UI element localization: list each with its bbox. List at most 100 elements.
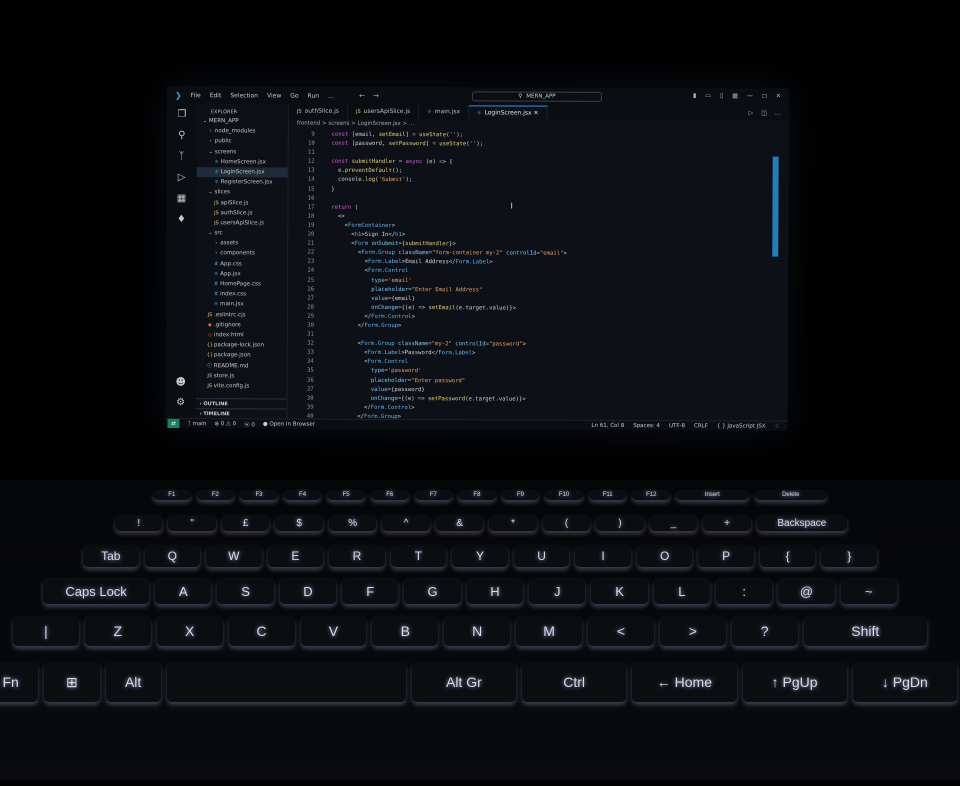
keyboard-key[interactable]: ! xyxy=(115,515,163,531)
command-center-search[interactable]: ⚲ MERN_APP xyxy=(471,91,602,102)
minimize-icon[interactable]: — xyxy=(747,93,753,100)
file-tree-item[interactable]: JS store.js xyxy=(196,371,287,382)
file-tree-item[interactable]: ⚛ RegisterScreen.jsx xyxy=(197,177,288,188)
keyboard-key[interactable]: J xyxy=(529,578,586,604)
file-tree-item[interactable]: ⚛ LoginScreen.jsx xyxy=(196,167,288,178)
file-tree-item[interactable]: ⌄ MERN_APP xyxy=(197,116,288,127)
back-arrow-icon[interactable]: ← xyxy=(359,92,365,100)
keyboard-key[interactable]: Y xyxy=(452,545,508,567)
file-tree-item[interactable]: {}package.json xyxy=(196,350,287,361)
keyboard-key[interactable]: F7 xyxy=(414,490,453,500)
close-icon[interactable]: ✕ xyxy=(776,93,781,100)
ports-status[interactable]: ⓦ 0 xyxy=(244,420,255,428)
file-tree-item[interactable]: ⌄ slices xyxy=(197,187,288,198)
keyboard-key[interactable]: P xyxy=(698,545,754,567)
keyboard-key[interactable]: D xyxy=(279,578,337,604)
notifications-icon[interactable]: ♢ xyxy=(775,423,780,429)
editor-tab[interactable]: ⚛ main.jsx xyxy=(419,105,470,120)
menu-item[interactable]: Selection xyxy=(230,92,258,99)
keyboard-key[interactable]: ^ xyxy=(382,515,430,531)
keyboard-key[interactable]: * xyxy=(489,515,537,531)
keyboard-key[interactable]: { xyxy=(759,545,816,567)
keyboard-key[interactable]: R xyxy=(329,545,385,567)
keyboard-key[interactable]: F1 xyxy=(153,490,191,500)
run-debug-icon[interactable]: ▷ xyxy=(178,172,186,183)
keyboard-key[interactable]: " xyxy=(168,515,216,531)
keyboard-key[interactable]: K xyxy=(591,578,648,604)
keyboard-key[interactable]: F9 xyxy=(501,490,540,500)
timeline-section[interactable]: › TIMELINE xyxy=(195,408,287,419)
file-tree-item[interactable]: ⌄ src xyxy=(196,228,287,239)
keyboard-key[interactable]: F10 xyxy=(545,490,583,500)
keyboard-key[interactable]: ↓ PgDn xyxy=(852,662,957,702)
file-tree-item[interactable]: › public xyxy=(197,137,288,148)
keyboard-key[interactable]: F8 xyxy=(458,490,496,500)
close-tab-icon[interactable]: ✕ xyxy=(532,110,538,117)
file-tree-item[interactable]: › components xyxy=(196,249,287,260)
keyboard-key[interactable]: I xyxy=(575,545,631,567)
maximize-icon[interactable]: ◻ xyxy=(762,93,767,100)
keyboard-key[interactable]: Alt xyxy=(105,662,161,702)
keyboard-key[interactable]: _ xyxy=(649,515,698,531)
keyboard-key[interactable]: Q xyxy=(144,545,201,567)
keyboard-key[interactable]: + xyxy=(703,515,751,531)
keyboard-key[interactable]: O xyxy=(636,545,693,567)
keyboard-key[interactable]: ⊞ xyxy=(44,662,100,702)
editor-tab[interactable]: JS authSlice.js xyxy=(288,104,349,119)
keyboard-key[interactable]: Caps Lock xyxy=(43,578,150,604)
keyboard-key[interactable]: U xyxy=(513,545,570,567)
branch-status[interactable]: ᛉ main xyxy=(188,421,207,427)
layout-icon[interactable]: ▯ xyxy=(720,92,723,99)
keyboard-key[interactable]: C xyxy=(228,616,295,646)
spacebar-key[interactable] xyxy=(166,662,406,702)
file-tree-item[interactable]: ⚛ main.jsx xyxy=(196,300,287,311)
file-tree-item[interactable]: ⌄ screens xyxy=(197,147,288,158)
keyboard-key[interactable]: F12 xyxy=(632,490,671,500)
file-tree-item[interactable]: {}package-lock.json xyxy=(196,340,287,351)
file-tree-item[interactable]: # HomePage.css xyxy=(196,279,287,290)
keyboard-key[interactable]: > xyxy=(659,616,726,646)
keyboard-key[interactable]: B xyxy=(372,616,439,646)
run-icon[interactable]: ▷ xyxy=(749,107,754,121)
file-tree-item[interactable]: › assets xyxy=(196,238,287,249)
keyboard-key[interactable]: F5 xyxy=(327,490,365,500)
keyboard-key[interactable]: | xyxy=(13,616,79,646)
language-mode[interactable]: { } JavaScript JSX xyxy=(717,423,766,429)
keyboard-key[interactable]: T xyxy=(390,545,447,567)
keyboard-key[interactable]: @ xyxy=(778,578,835,604)
layout-icon[interactable]: ▮ xyxy=(693,92,696,99)
search-icon[interactable]: ⚲ xyxy=(178,130,185,141)
keyboard-key[interactable]: } xyxy=(821,545,877,567)
file-tree-item[interactable]: JS authSlice.js xyxy=(196,208,287,219)
eol-status[interactable]: CRLF xyxy=(694,423,708,429)
keyboard-key[interactable]: < xyxy=(588,616,654,646)
keyboard-key[interactable]: H xyxy=(466,578,524,604)
file-tree-item[interactable]: JS apiSlice.js xyxy=(196,198,287,209)
keyboard-key[interactable]: Fn xyxy=(0,662,39,702)
menu-item[interactable]: File xyxy=(191,92,201,99)
keyboard-key[interactable]: E xyxy=(267,545,324,567)
file-tree-item[interactable]: JS vite.config.js xyxy=(196,381,287,392)
file-tree-item[interactable]: ⚛ App.jsx xyxy=(196,269,287,280)
keyboard-key[interactable]: ( xyxy=(542,515,591,531)
breadcrumb[interactable]: frontend > screens > LoginScreen.jsx > … xyxy=(289,119,789,131)
keyboard-key[interactable]: V xyxy=(300,616,367,646)
keyboard-key[interactable]: ↑ PgUp xyxy=(742,662,847,702)
keyboard-key[interactable]: Backspace xyxy=(756,515,847,531)
keyboard-key[interactable]: $ xyxy=(275,515,323,531)
keyboard-key[interactable]: N xyxy=(444,616,511,646)
keyboard-key[interactable]: ? xyxy=(731,616,798,646)
more-icon[interactable]: … xyxy=(775,107,781,121)
file-tree-item[interactable]: JS .eslintrc.cjs xyxy=(196,310,287,321)
keyboard-key[interactable]: S xyxy=(217,578,274,604)
keyboard-key[interactable]: Delete xyxy=(754,490,827,500)
menu-item[interactable]: Edit xyxy=(210,92,222,99)
extensions-icon[interactable]: ▦ xyxy=(177,193,187,204)
file-tree-item[interactable]: ⓘREADME.md xyxy=(196,361,287,372)
file-tree-item[interactable]: # index.css xyxy=(196,289,287,300)
outline-section[interactable]: › OUTLINE xyxy=(195,398,287,409)
forward-arrow-icon[interactable]: → xyxy=(373,92,379,100)
keyboard-key[interactable]: M xyxy=(516,616,582,646)
keyboard-key[interactable]: L xyxy=(653,578,711,604)
keyboard-key[interactable]: : xyxy=(716,578,773,604)
